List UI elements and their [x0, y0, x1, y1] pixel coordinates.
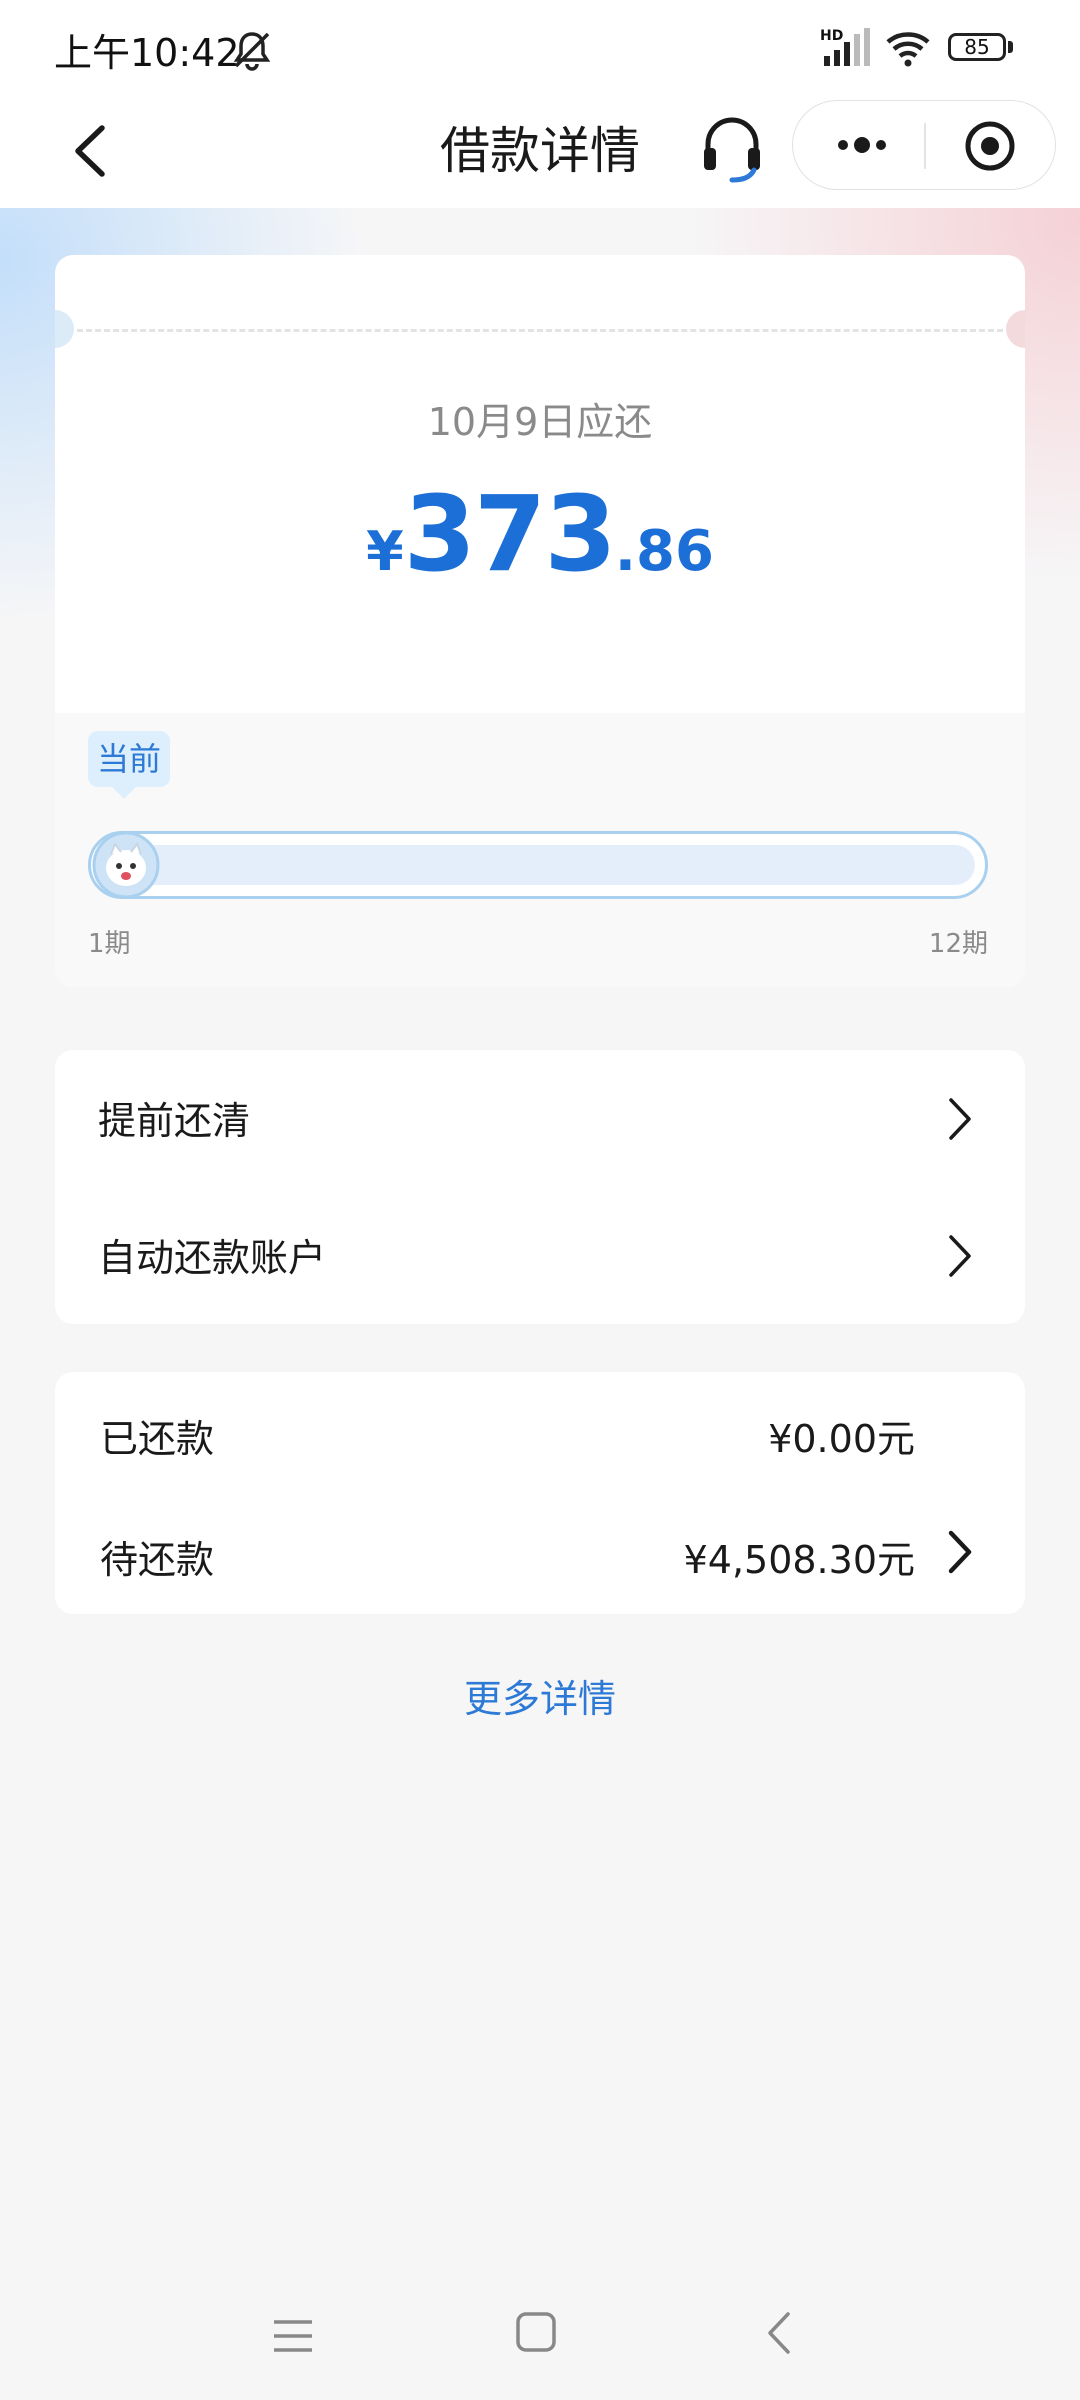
paid-label: 已还款: [100, 1417, 215, 1461]
early-payoff-label: 提前还清: [98, 1099, 251, 1143]
chevron-right-icon: [948, 1530, 972, 1574]
pending-label: 待还款: [100, 1538, 215, 1582]
due-amount: ¥373.86: [55, 473, 1025, 595]
chevron-right-icon: [949, 1235, 971, 1277]
bill-summary-card: 10月9日应还 ¥373.86 当前 1期 12期: [55, 255, 1025, 987]
dashed-divider: [77, 329, 1003, 332]
capsule-divider: [924, 123, 926, 169]
status-bar: 上午10:42 HD 85: [0, 0, 1080, 96]
current-period-tag: 当前: [88, 731, 170, 799]
home-icon[interactable]: [514, 2310, 558, 2354]
amount-decimal: .86: [614, 519, 714, 584]
repayment-progress-bar: [88, 831, 988, 899]
mascot-progress-icon: [92, 831, 160, 899]
more-details-link[interactable]: 更多详情: [0, 1668, 1080, 1723]
paid-value: ¥0.00元: [768, 1417, 915, 1461]
repayment-options-card: 提前还清 自动还款账户: [55, 1050, 1025, 1324]
due-date-label: 10月9日应还: [427, 400, 653, 444]
battery-indicator: 85: [948, 33, 1006, 61]
period-end-label: 12期: [928, 929, 988, 959]
currency-symbol: ¥: [366, 520, 404, 583]
battery-level: 85: [964, 35, 990, 59]
system-navigation-bar: [0, 2280, 1080, 2380]
mute-bell-icon: [233, 32, 271, 71]
more-dots-icon[interactable]: [831, 125, 893, 165]
paid-row: 已还款 ¥0.00元: [55, 1372, 1025, 1493]
auto-repay-account-label: 自动还款账户: [98, 1236, 327, 1280]
card-notch-left: [55, 310, 74, 348]
battery-tip: [1008, 41, 1013, 53]
wifi-icon: [886, 32, 930, 67]
chevron-right-icon: [949, 1098, 971, 1140]
pending-value: ¥4,508.30元: [683, 1538, 915, 1582]
pending-row[interactable]: 待还款 ¥4,508.30元: [55, 1493, 1025, 1614]
period-start-label: 1期: [88, 929, 131, 959]
status-time: 上午10:42: [54, 31, 240, 75]
progress-track-inner: [101, 845, 975, 885]
miniprogram-capsule: [792, 100, 1056, 190]
auto-repay-account-row[interactable]: 自动还款账户: [55, 1187, 1025, 1324]
close-miniprogram-icon[interactable]: [963, 119, 1017, 173]
customer-service-headset-icon[interactable]: [700, 112, 764, 184]
recent-apps-icon[interactable]: [270, 2316, 316, 2356]
payment-summary-card: 已还款 ¥0.00元 待还款 ¥4,508.30元: [55, 1372, 1025, 1614]
early-payoff-row[interactable]: 提前还清: [55, 1050, 1025, 1187]
navigation-bar: 借款详情: [0, 96, 1080, 208]
cell-signal-icon: [824, 28, 870, 66]
amount-integer: 373: [403, 473, 617, 595]
card-notch-right: [1006, 310, 1025, 348]
system-back-icon[interactable]: [764, 2310, 794, 2356]
